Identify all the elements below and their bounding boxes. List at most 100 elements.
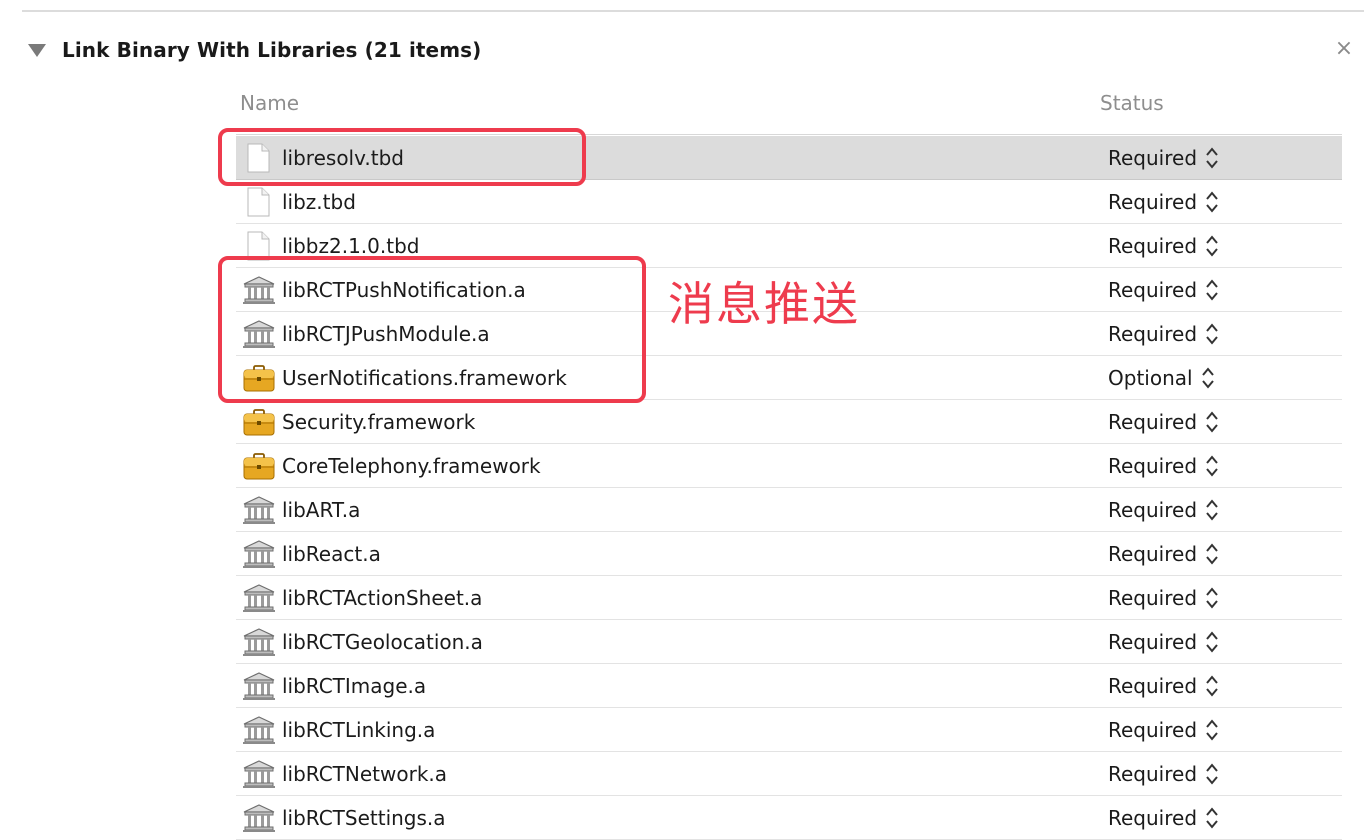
phase-title: Link Binary With Libraries (21 items) bbox=[62, 38, 482, 62]
library-row[interactable]: libbz2.1.0.tbd Required bbox=[236, 224, 1342, 268]
status-popup-button[interactable]: Required bbox=[1108, 452, 1219, 480]
updown-chevron-icon bbox=[1205, 541, 1219, 567]
library-row[interactable]: UserNotifications.framework Optional bbox=[236, 356, 1342, 400]
annotation-label: 消息推送 bbox=[668, 277, 860, 331]
status-popup-button[interactable]: Required bbox=[1108, 232, 1219, 260]
header-divider bbox=[236, 134, 1342, 135]
library-name: libART.a bbox=[282, 498, 361, 522]
updown-chevron-icon bbox=[1205, 321, 1219, 347]
library-icon bbox=[242, 539, 276, 569]
updown-chevron-icon bbox=[1205, 673, 1219, 699]
library-name: UserNotifications.framework bbox=[282, 366, 567, 390]
library-name: libRCTPushNotification.a bbox=[282, 278, 526, 302]
top-divider bbox=[22, 10, 1364, 12]
updown-chevron-icon bbox=[1205, 497, 1219, 523]
library-icon bbox=[242, 803, 276, 833]
status-popup-button[interactable]: Required bbox=[1108, 276, 1219, 304]
library-name: libbz2.1.0.tbd bbox=[282, 234, 420, 258]
updown-chevron-icon bbox=[1205, 629, 1219, 655]
library-row[interactable]: libz.tbd Required bbox=[236, 180, 1342, 224]
library-name: libRCTActionSheet.a bbox=[282, 586, 483, 610]
status-label: Required bbox=[1108, 630, 1198, 654]
status-popup-button[interactable]: Required bbox=[1108, 540, 1219, 568]
library-icon bbox=[242, 583, 276, 613]
status-popup-button[interactable]: Required bbox=[1108, 408, 1219, 436]
status-popup-button[interactable]: Required bbox=[1108, 144, 1219, 172]
library-name: libRCTImage.a bbox=[282, 674, 427, 698]
updown-chevron-icon bbox=[1205, 189, 1219, 215]
library-list: libresolv.tbd Required libz.tbd Required lib… bbox=[236, 136, 1342, 840]
status-popup-button[interactable]: Required bbox=[1108, 584, 1219, 612]
status-popup-button[interactable]: Required bbox=[1108, 716, 1219, 744]
file-icon bbox=[242, 143, 276, 173]
library-icon bbox=[242, 715, 276, 745]
library-name: libRCTJPushModule.a bbox=[282, 322, 490, 346]
library-icon bbox=[242, 275, 276, 305]
library-row[interactable]: libRCTSettings.a Required bbox=[236, 796, 1342, 840]
status-popup-button[interactable]: Required bbox=[1108, 320, 1219, 348]
status-label: Required bbox=[1108, 674, 1198, 698]
library-name: libresolv.tbd bbox=[282, 146, 404, 170]
status-label: Required bbox=[1108, 454, 1198, 478]
status-label: Required bbox=[1108, 190, 1198, 214]
library-row[interactable]: libART.a Required bbox=[236, 488, 1342, 532]
library-icon bbox=[242, 759, 276, 789]
library-name: libz.tbd bbox=[282, 190, 356, 214]
updown-chevron-icon bbox=[1205, 277, 1219, 303]
status-label: Required bbox=[1108, 410, 1198, 434]
updown-chevron-icon bbox=[1205, 233, 1219, 259]
status-popup-button[interactable]: Required bbox=[1108, 672, 1219, 700]
library-row[interactable]: libresolv.tbd Required bbox=[236, 136, 1342, 180]
file-icon bbox=[242, 231, 276, 261]
library-name: libReact.a bbox=[282, 542, 381, 566]
library-row[interactable]: libRCTImage.a Required bbox=[236, 664, 1342, 708]
library-row[interactable]: libRCTGeolocation.a Required bbox=[236, 620, 1342, 664]
status-label: Required bbox=[1108, 146, 1198, 170]
status-label: Required bbox=[1108, 718, 1198, 742]
status-popup-button[interactable]: Optional bbox=[1108, 364, 1215, 392]
updown-chevron-icon bbox=[1205, 761, 1219, 787]
framework-icon bbox=[242, 407, 276, 437]
status-popup-button[interactable]: Required bbox=[1108, 628, 1219, 656]
status-label: Required bbox=[1108, 586, 1198, 610]
library-name: libRCTNetwork.a bbox=[282, 762, 448, 786]
status-label: Required bbox=[1108, 762, 1198, 786]
updown-chevron-icon bbox=[1205, 585, 1219, 611]
framework-icon bbox=[242, 451, 276, 481]
library-name: libRCTGeolocation.a bbox=[282, 630, 483, 654]
library-row[interactable]: libRCTActionSheet.a Required bbox=[236, 576, 1342, 620]
updown-chevron-icon bbox=[1205, 145, 1219, 171]
library-row[interactable]: libRCTLinking.a Required bbox=[236, 708, 1342, 752]
library-icon bbox=[242, 319, 276, 349]
updown-chevron-icon bbox=[1205, 717, 1219, 743]
status-label: Optional bbox=[1108, 366, 1193, 390]
library-name: libRCTLinking.a bbox=[282, 718, 436, 742]
updown-chevron-icon bbox=[1205, 453, 1219, 479]
status-popup-button[interactable]: Required bbox=[1108, 496, 1219, 524]
status-label: Required bbox=[1108, 498, 1198, 522]
library-name: CoreTelephony.framework bbox=[282, 454, 541, 478]
updown-chevron-icon bbox=[1201, 365, 1215, 391]
library-row[interactable]: libRCTNetwork.a Required bbox=[236, 752, 1342, 796]
build-phase-header: Link Binary With Libraries (21 items) bbox=[28, 36, 481, 64]
status-popup-button[interactable]: Required bbox=[1108, 188, 1219, 216]
disclosure-triangle-icon[interactable] bbox=[28, 43, 46, 57]
status-label: Required bbox=[1108, 278, 1198, 302]
library-row[interactable]: libReact.a Required bbox=[236, 532, 1342, 576]
status-label: Required bbox=[1108, 542, 1198, 566]
column-header-name[interactable]: Name bbox=[240, 91, 299, 115]
column-header-status[interactable]: Status bbox=[1100, 91, 1164, 115]
status-popup-button[interactable]: Required bbox=[1108, 760, 1219, 788]
status-label: Required bbox=[1108, 234, 1198, 258]
file-icon bbox=[242, 187, 276, 217]
updown-chevron-icon bbox=[1205, 805, 1219, 831]
library-row[interactable]: CoreTelephony.framework Required bbox=[236, 444, 1342, 488]
framework-icon bbox=[242, 363, 276, 393]
status-popup-button[interactable]: Required bbox=[1108, 804, 1219, 832]
library-name: Security.framework bbox=[282, 410, 476, 434]
library-icon bbox=[242, 671, 276, 701]
library-row[interactable]: Security.framework Required bbox=[236, 400, 1342, 444]
updown-chevron-icon bbox=[1205, 409, 1219, 435]
status-label: Required bbox=[1108, 322, 1198, 346]
close-button[interactable]: × bbox=[1333, 36, 1355, 62]
